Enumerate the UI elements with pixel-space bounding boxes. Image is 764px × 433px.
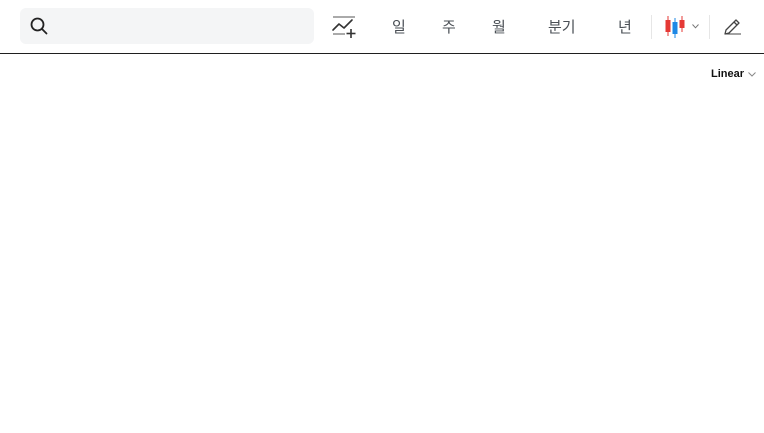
- symbol-search-box[interactable]: [20, 8, 314, 46]
- period-quarter-button[interactable]: 분기: [548, 17, 576, 37]
- period-year-button[interactable]: 년: [618, 17, 632, 37]
- toolbar-divider: [709, 15, 710, 39]
- period-day-button[interactable]: 일: [392, 17, 406, 37]
- chart-toolbar: 일 주 월 분기 년: [0, 0, 764, 54]
- search-icon: [30, 17, 48, 35]
- chevron-down-icon: [748, 71, 756, 77]
- period-month-button[interactable]: 월: [492, 17, 506, 37]
- chart-canvas[interactable]: Linear: [0, 55, 764, 433]
- chart-type-button[interactable]: [663, 14, 703, 40]
- add-indicator-icon[interactable]: [331, 14, 357, 40]
- toolbar-divider: [651, 15, 652, 39]
- chart-page: 일 주 월 분기 년 Linear: [0, 0, 764, 433]
- period-week-button[interactable]: 주: [442, 17, 456, 37]
- symbol-search-input[interactable]: [56, 8, 310, 46]
- scale-label: Linear: [710, 68, 744, 80]
- chevron-down-icon: [692, 24, 699, 29]
- scale-toggle-button[interactable]: Linear: [711, 67, 756, 81]
- pencil-icon[interactable]: [722, 17, 742, 37]
